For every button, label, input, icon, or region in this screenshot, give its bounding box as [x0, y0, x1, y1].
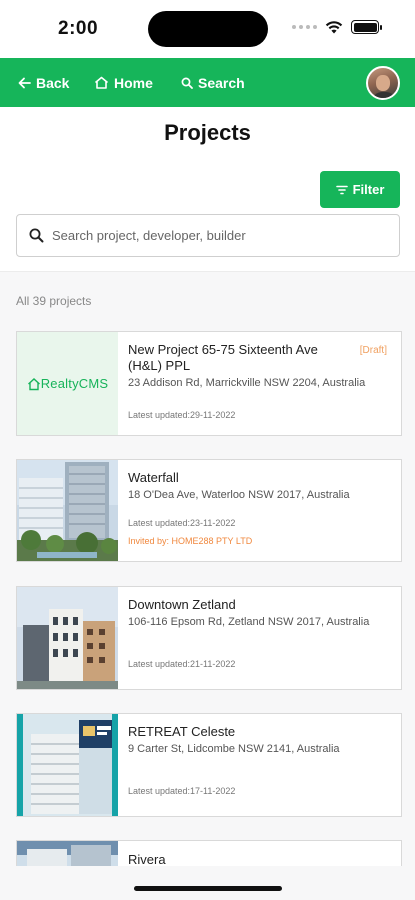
back-button[interactable]: Back — [18, 58, 69, 107]
building-photo — [17, 714, 118, 816]
battery-icon — [351, 20, 382, 34]
project-card[interactable]: RealtyCMS New Project 65-75 Sixteenth Av… — [16, 331, 402, 436]
project-card[interactable]: Downtown Zetland 106-116 Epsom Rd, Zetla… — [16, 586, 402, 690]
building-photo — [17, 460, 118, 561]
filter-label: Filter — [352, 182, 385, 197]
project-title: RETREAT Celeste — [128, 724, 236, 739]
search-icon — [181, 77, 193, 89]
search-icon — [29, 228, 44, 243]
search-nav-button[interactable]: Search — [181, 58, 245, 107]
project-address: 18 O'Dea Ave, Waterloo NSW 2017, Austral… — [128, 489, 350, 501]
house-logo-icon — [27, 377, 40, 390]
realtycms-logo: RealtyCMS — [27, 376, 109, 391]
project-count: All 39 projects — [16, 294, 92, 308]
project-address: 9 Carter St, Lidcombe NSW 2141, Australi… — [128, 743, 340, 755]
project-thumbnail — [17, 714, 118, 816]
top-nav-bar: Back Home Search — [0, 58, 415, 107]
project-updated: Latest updated:17-11-2022 — [128, 786, 236, 796]
dynamic-island — [148, 11, 268, 47]
project-address: 106-116 Epsom Rd, Zetland NSW 2017, Aust… — [128, 616, 370, 628]
status-icons — [292, 20, 382, 34]
draft-badge: [Draft] — [359, 345, 387, 356]
project-invited-by: Invited by: HOME288 PTY LTD — [128, 536, 253, 546]
status-time: 2:00 — [58, 18, 99, 39]
logo-label: RealtyCMS — [40, 376, 109, 391]
home-button[interactable]: Home — [94, 58, 153, 107]
filter-icon — [335, 185, 348, 194]
wifi-icon — [325, 21, 343, 34]
project-title: Waterfall — [128, 470, 179, 485]
project-thumbnail — [17, 587, 118, 689]
page-title: Projects — [164, 120, 251, 145]
home-label: Home — [114, 74, 153, 91]
project-address: 23 Addison Rd, Marrickville NSW 2204, Au… — [128, 377, 366, 389]
project-updated: Latest updated:29-11-2022 — [128, 410, 236, 420]
signal-icon — [292, 25, 317, 29]
project-search-field[interactable] — [16, 214, 400, 257]
project-card[interactable]: RETREAT Celeste 9 Carter St, Lidcombe NS… — [16, 713, 402, 817]
user-avatar[interactable] — [366, 66, 400, 100]
building-photo — [17, 587, 118, 689]
project-card[interactable]: Waterfall 18 O'Dea Ave, Waterloo NSW 201… — [16, 459, 402, 562]
project-title: Downtown Zetland — [128, 597, 236, 612]
project-thumbnail — [17, 460, 118, 561]
status-bar: 2:00 — [0, 0, 415, 58]
bottom-safe-area — [0, 866, 415, 900]
project-updated: Latest updated:21-11-2022 — [128, 659, 236, 669]
arrow-left-icon — [18, 77, 31, 88]
home-indicator[interactable] — [134, 886, 282, 891]
project-thumbnail: RealtyCMS — [17, 332, 118, 435]
search-nav-label: Search — [198, 74, 245, 91]
project-updated: Latest updated:23-11-2022 — [128, 518, 236, 528]
back-label: Back — [36, 74, 70, 91]
project-title: New Project 65-75 Sixteenth Ave (H&L) PP… — [128, 342, 318, 373]
filter-button[interactable]: Filter — [320, 171, 400, 208]
home-icon — [94, 76, 109, 89]
project-search-input[interactable] — [52, 228, 382, 243]
